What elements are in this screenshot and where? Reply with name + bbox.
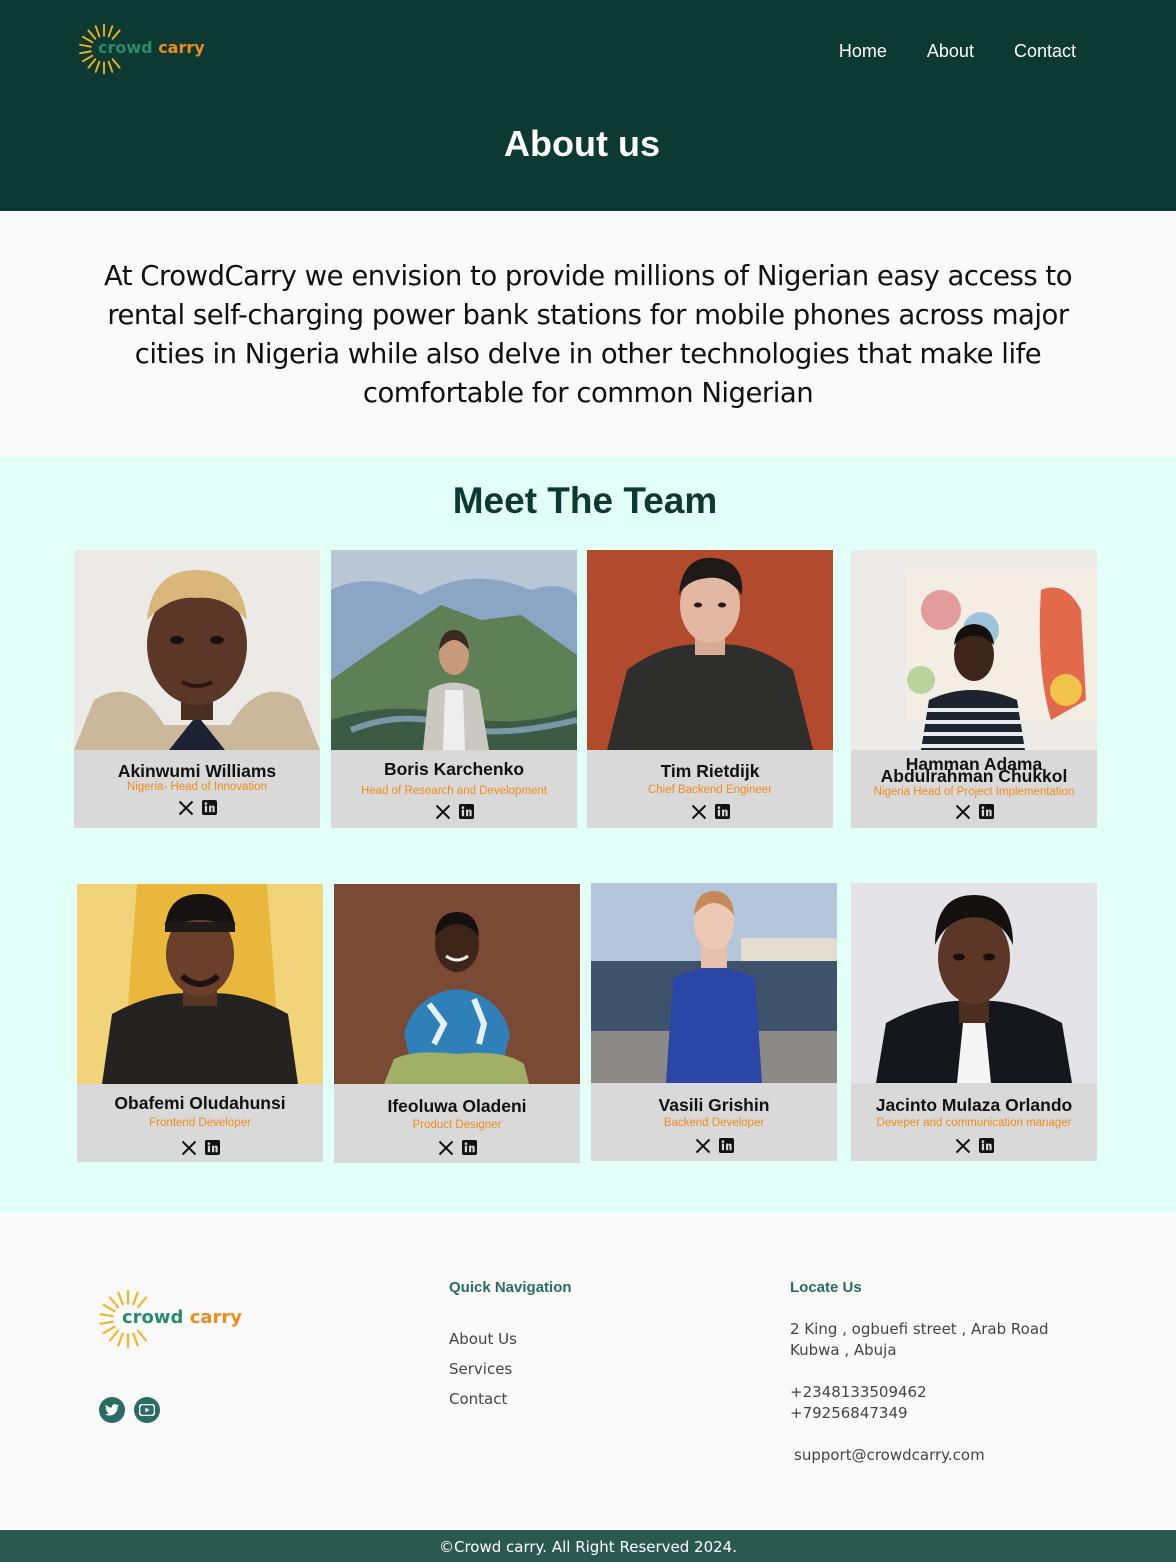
team-section: Meet The Team Akinwumi Williams Nigeria-… bbox=[0, 456, 1176, 1213]
youtube-icon[interactable] bbox=[134, 1397, 160, 1423]
member-role: Backend Developer bbox=[663, 1117, 765, 1129]
footer-link-about-us[interactable]: About Us bbox=[449, 1330, 517, 1348]
member-socials bbox=[591, 1138, 837, 1154]
mission-text: At CrowdCarry we envision to provide mil… bbox=[103, 260, 1073, 409]
x-twitter-icon[interactable] bbox=[435, 804, 451, 820]
member-photo bbox=[851, 550, 1097, 750]
member-socials bbox=[331, 804, 577, 820]
footer-link-contact[interactable]: Contact bbox=[449, 1390, 507, 1408]
footer-link-services[interactable]: Services bbox=[449, 1360, 512, 1378]
main-nav: Home About Contact bbox=[839, 41, 1076, 62]
linkedin-icon[interactable] bbox=[458, 804, 474, 819]
member-socials bbox=[334, 1140, 580, 1156]
linkedin-icon[interactable] bbox=[204, 1140, 220, 1155]
linkedin-icon[interactable] bbox=[978, 804, 994, 819]
member-role: Chief Backend Engineer bbox=[647, 784, 773, 796]
team-card: Akinwumi Williams Nigeria- Head of Innov… bbox=[74, 550, 320, 828]
quick-nav-heading: Quick Navigation bbox=[449, 1279, 572, 1296]
member-socials bbox=[587, 804, 833, 820]
linkedin-icon[interactable] bbox=[978, 1138, 994, 1153]
member-role: Head of Research and Development bbox=[360, 785, 548, 797]
address-line-2: Kubwa , Abuja bbox=[790, 1341, 897, 1359]
logo-word-carry: carry bbox=[189, 1306, 243, 1328]
x-twitter-icon[interactable] bbox=[955, 1138, 971, 1154]
member-role: Nigeria- Head of Innovation bbox=[127, 781, 267, 793]
logo-word-carry: carry bbox=[158, 37, 205, 57]
linkedin-icon[interactable] bbox=[718, 1138, 734, 1153]
logo-word-crowd: crowd bbox=[98, 37, 153, 57]
member-socials bbox=[77, 1140, 323, 1156]
x-twitter-icon[interactable] bbox=[178, 800, 194, 816]
support-email-link[interactable]: support@crowdcarry.com bbox=[794, 1445, 985, 1466]
mission-section: At CrowdCarry we envision to provide mil… bbox=[0, 211, 1176, 456]
address-line-1: 2 King , ogbuefi street , Arab Road bbox=[790, 1320, 1049, 1338]
member-photo bbox=[587, 550, 833, 750]
logo-wordmark: crowd carry bbox=[98, 38, 205, 57]
member-socials bbox=[74, 800, 320, 816]
team-title: Meet The Team bbox=[452, 480, 718, 521]
x-twitter-icon[interactable] bbox=[181, 1140, 197, 1156]
member-role: Deveper and communication manager bbox=[876, 1117, 1072, 1129]
member-name: Jacinto Mulaza Orlando bbox=[875, 1095, 1073, 1115]
member-photo bbox=[74, 550, 320, 750]
team-card: Tim Rietdijk Chief Backend Engineer bbox=[587, 550, 833, 828]
member-photo bbox=[77, 884, 323, 1084]
member-photo bbox=[331, 550, 577, 750]
member-name: Boris Karchenko bbox=[383, 759, 525, 779]
nav-home-link[interactable]: Home bbox=[839, 41, 887, 62]
footer: crowd carry Quick Navigation About Us Se… bbox=[0, 1213, 1176, 1530]
member-role: Nigeria Head of Project Implementation bbox=[873, 786, 1075, 798]
page-title: About us bbox=[504, 123, 660, 164]
linkedin-icon[interactable] bbox=[461, 1140, 477, 1155]
member-name: Tim Rietdijk bbox=[660, 761, 760, 781]
team-card: Jacinto Mulaza Orlando Deveper and commu… bbox=[851, 883, 1097, 1161]
nav-about-link[interactable]: About bbox=[927, 41, 974, 62]
team-card: Boris Karchenko Head of Research and Dev… bbox=[331, 550, 577, 828]
phone-2: +79256847349 bbox=[790, 1404, 908, 1422]
member-name-line2: Abdulrahman Chukkol bbox=[880, 766, 1068, 786]
member-photo bbox=[591, 883, 837, 1083]
logo-wordmark: crowd carry bbox=[122, 1307, 242, 1328]
header-hero: crowd carry Home About Contact About us bbox=[0, 0, 1176, 211]
member-socials bbox=[851, 804, 1097, 820]
member-photo bbox=[851, 883, 1097, 1083]
x-twitter-icon[interactable] bbox=[438, 1140, 454, 1156]
team-card: Ifeoluwa Oladeni Product Designer bbox=[334, 884, 580, 1163]
member-socials bbox=[851, 1138, 1097, 1154]
team-card: Hamman Adama Abdulrahman Chukkol Nigeria… bbox=[851, 550, 1097, 828]
member-photo bbox=[334, 884, 580, 1084]
member-name: Vasili Grishin bbox=[658, 1095, 770, 1115]
x-twitter-icon[interactable] bbox=[695, 1138, 711, 1154]
phone-1: +2348133509462 bbox=[790, 1383, 927, 1401]
member-name: Obafemi Oludahunsi bbox=[114, 1093, 286, 1113]
linkedin-icon[interactable] bbox=[201, 800, 217, 815]
x-twitter-icon[interactable] bbox=[955, 804, 971, 820]
linkedin-icon[interactable] bbox=[714, 804, 730, 819]
brand-logo[interactable]: crowd carry bbox=[78, 18, 205, 80]
locate-us-heading: Locate Us bbox=[790, 1279, 862, 1296]
logo-word-crowd: crowd bbox=[122, 1306, 184, 1328]
x-twitter-icon[interactable] bbox=[691, 804, 707, 820]
member-role: Frontend Developer bbox=[149, 1117, 251, 1129]
nav-contact-link[interactable]: Contact bbox=[1014, 41, 1076, 62]
footer-brand-logo[interactable]: crowd carry bbox=[98, 1288, 242, 1350]
copyright-bar: ©Crowd carry. All Right Reserved 2024. bbox=[0, 1530, 1176, 1562]
team-card: Obafemi Oludahunsi Frontend Developer bbox=[77, 884, 323, 1162]
team-card: Vasili Grishin Backend Developer bbox=[591, 883, 837, 1161]
member-name: Ifeoluwa Oladeni bbox=[387, 1096, 527, 1116]
twitter-icon[interactable] bbox=[99, 1397, 125, 1423]
member-name: Akinwumi Williams bbox=[117, 761, 277, 781]
member-role: Product Designer bbox=[412, 1119, 502, 1131]
